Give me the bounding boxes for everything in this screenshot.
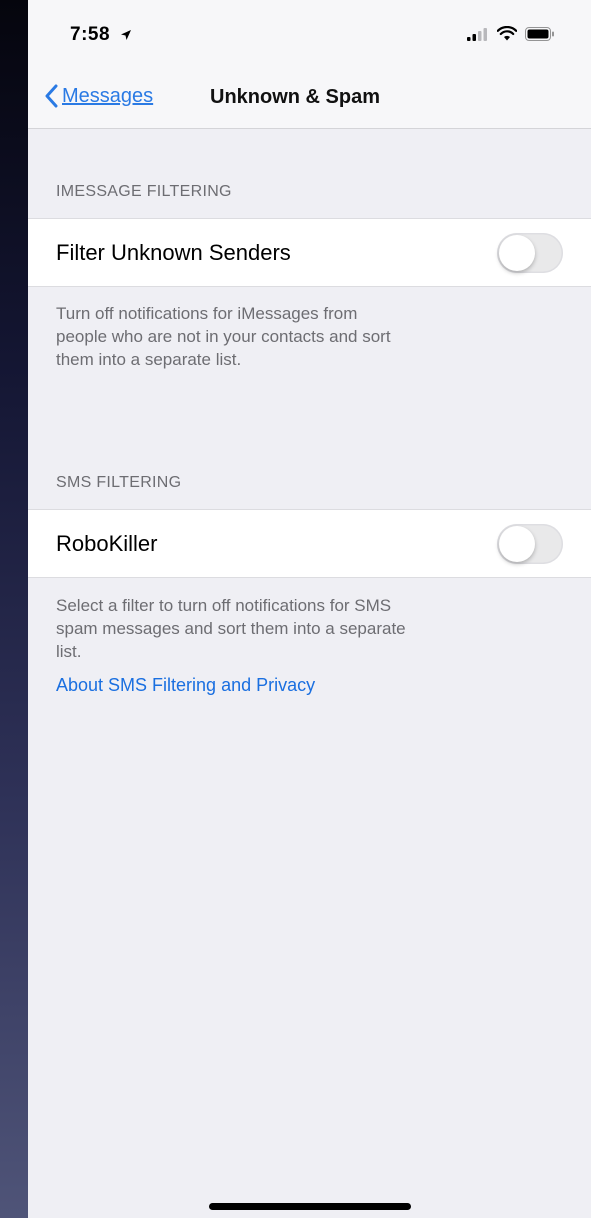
time-label: 7:58 [70,24,111,45]
wifi-icon [497,26,517,41]
signal-icon [467,27,487,41]
chevron-left-icon [45,84,58,108]
section-header-sms-filtering: SMS FILTERING [56,474,182,491]
robokiller-label: RoboKiller [56,531,158,556]
back-button-label: Messages [62,84,154,107]
filter-unknown-senders-toggle[interactable] [497,233,563,273]
about-sms-filtering-link[interactable]: About SMS Filtering and Privacy [56,675,315,696]
imessage-footer-line: them into a separate list. [56,350,242,369]
imessage-footer-line: people who are not in your contacts and … [56,327,391,346]
back-button[interactable]: Messages [44,84,153,108]
imessage-footer-line: Turn off notifications for iMessages fro… [56,304,358,323]
sms-footer-line: Select a filter to turn off notification… [56,596,392,615]
imessage-filtering-footer: Turn off notifications for iMessages fro… [56,302,556,371]
robokiller-toggle[interactable] [497,524,563,564]
navigation-bar: Messages Unknown & Spam [28,70,591,129]
robokiller-row[interactable]: RoboKiller [28,509,591,578]
sms-footer-line: list. [56,642,82,661]
status-bar: 7:58 [28,0,591,70]
phone-screen: 7:58 Messages Unknown & Spam IMESSAGE FI… [28,0,591,1218]
home-indicator[interactable] [209,1203,411,1210]
status-icons [467,26,555,41]
filter-unknown-senders-label: Filter Unknown Senders [56,240,291,265]
filter-unknown-senders-row[interactable]: Filter Unknown Senders [28,218,591,287]
toggle-knob [499,526,535,562]
page-title: Unknown & Spam [210,86,381,108]
location-arrow-icon [120,29,131,40]
status-time: 7:58 [70,24,132,46]
sms-filtering-footer: Select a filter to turn off notification… [56,594,556,663]
sms-footer-line: spam messages and sort them into a separ… [56,619,406,638]
section-header-imessage-filtering: IMESSAGE FILTERING [56,183,232,200]
toggle-knob [499,235,535,271]
battery-icon [525,26,554,41]
